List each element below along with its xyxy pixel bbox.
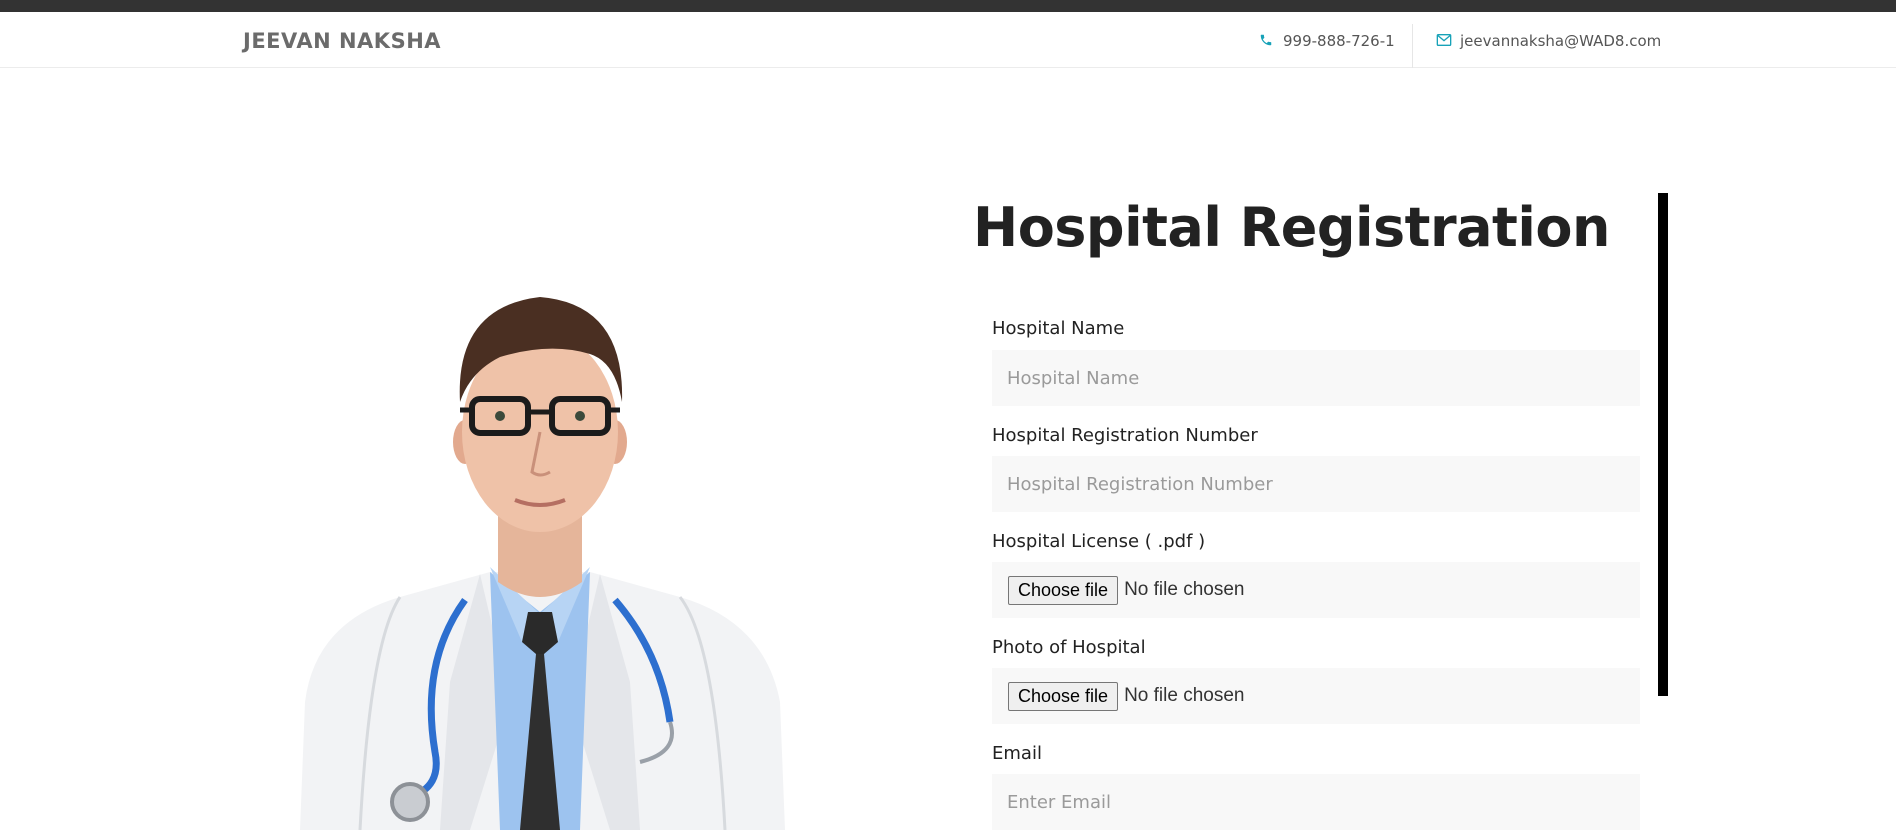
header-email[interactable]: jeevannaksha@WAD8.com	[1436, 32, 1661, 50]
envelope-icon	[1436, 33, 1452, 49]
decorative-vertical-bar	[1658, 193, 1668, 696]
hospital-photo-file-field: Choose file No file chosen	[992, 668, 1640, 724]
hospital-license-file-field: Choose file No file chosen	[992, 562, 1640, 618]
email-field-wrap	[992, 774, 1640, 830]
hospital-name-label: Hospital Name	[992, 318, 1125, 339]
hospital-license-label: Hospital License ( .pdf )	[992, 531, 1206, 552]
registration-number-input[interactable]	[992, 456, 1640, 512]
top-strip	[0, 0, 1896, 12]
hospital-license-choose-file-button[interactable]: Choose file	[1008, 575, 1119, 605]
brand-logo-text[interactable]: JEEVAN NAKSHA	[243, 29, 441, 53]
registration-number-field-wrap	[992, 456, 1640, 512]
hospital-photo-file-status: No file chosen	[1124, 685, 1245, 706]
hospital-photo-choose-file-button[interactable]: Choose file	[1008, 681, 1119, 711]
hospital-name-field-wrap	[992, 350, 1640, 406]
site-header: JEEVAN NAKSHA 999-888-726-1 jeevannaksha…	[0, 12, 1896, 68]
email-input[interactable]	[992, 774, 1640, 830]
header-phone[interactable]: 999-888-726-1	[1259, 32, 1395, 50]
hospital-name-input[interactable]	[992, 350, 1640, 406]
email-address: jeevannaksha@WAD8.com	[1460, 32, 1662, 50]
phone-number: 999-888-726-1	[1283, 32, 1395, 50]
doctor-image	[260, 282, 840, 830]
email-label: Email	[992, 743, 1042, 764]
page-title: Hospital Registration	[973, 196, 1610, 259]
registration-number-label: Hospital Registration Number	[992, 425, 1258, 446]
header-divider	[1412, 24, 1413, 68]
hospital-license-file-status: No file chosen	[1124, 579, 1245, 600]
phone-icon	[1259, 33, 1275, 49]
hospital-photo-label: Photo of Hospital	[992, 637, 1146, 658]
